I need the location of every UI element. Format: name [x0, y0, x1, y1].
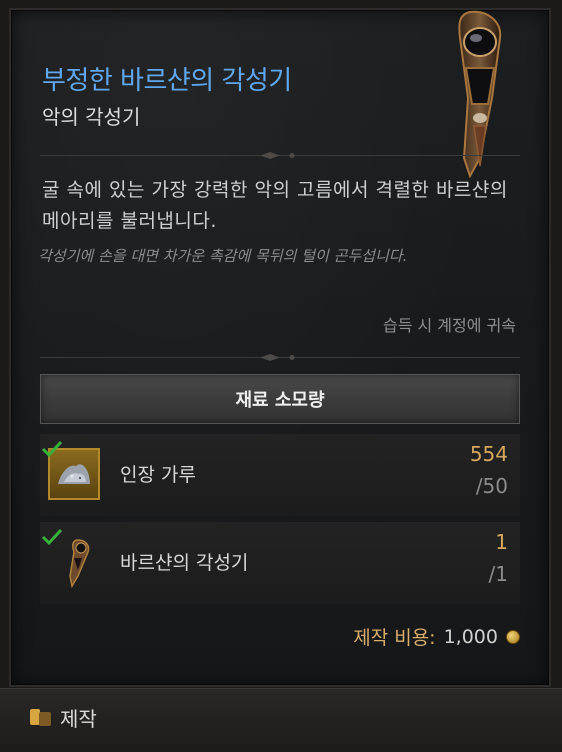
item-type: 악의 각성기: [42, 105, 141, 129]
craft-cost: 제작 비용: 1,000: [353, 623, 520, 650]
bottom-bar: 제작: [0, 688, 562, 752]
item-description: 굴 속에 있는 가장 강력한 악의 고름에서 격렬한 바르샨의 메아리를 불러냅…: [42, 179, 508, 232]
material-required-count: /50: [475, 474, 508, 498]
material-owned-count: 1: [495, 530, 508, 554]
item-flavor-text: 각성기에 손을 대면 차가운 촉감에 목뒤의 털이 곤두섭니다.: [38, 247, 408, 265]
material-row: 인장 가루 554 /50: [40, 434, 520, 516]
binding-notice: 습득 시 계정에 귀속: [382, 316, 516, 335]
craft-cost-amount: 1,000: [443, 625, 498, 648]
materials-header: 재료 소모량: [40, 374, 520, 424]
craft-cost-label: 제작 비용:: [353, 627, 436, 649]
material-owned-count: 554: [469, 442, 508, 466]
check-icon: [41, 528, 63, 546]
ornate-divider: [40, 354, 520, 361]
gold-coin-icon: [506, 629, 520, 644]
craft-icon: [30, 707, 52, 729]
material-row: 바르샨의 각성기 1 /1: [40, 522, 520, 604]
craft-tab-label: 제작: [60, 707, 97, 731]
material-required-count: /1: [488, 562, 508, 586]
item-title: 부정한 바르샨의 각성기: [42, 66, 292, 96]
ornate-divider: [40, 152, 520, 159]
craft-tab[interactable]: 제작: [30, 703, 97, 732]
check-icon: [41, 440, 63, 458]
material-name: 바르샨의 각성기: [120, 552, 249, 574]
material-name: 인장 가루: [120, 464, 196, 486]
